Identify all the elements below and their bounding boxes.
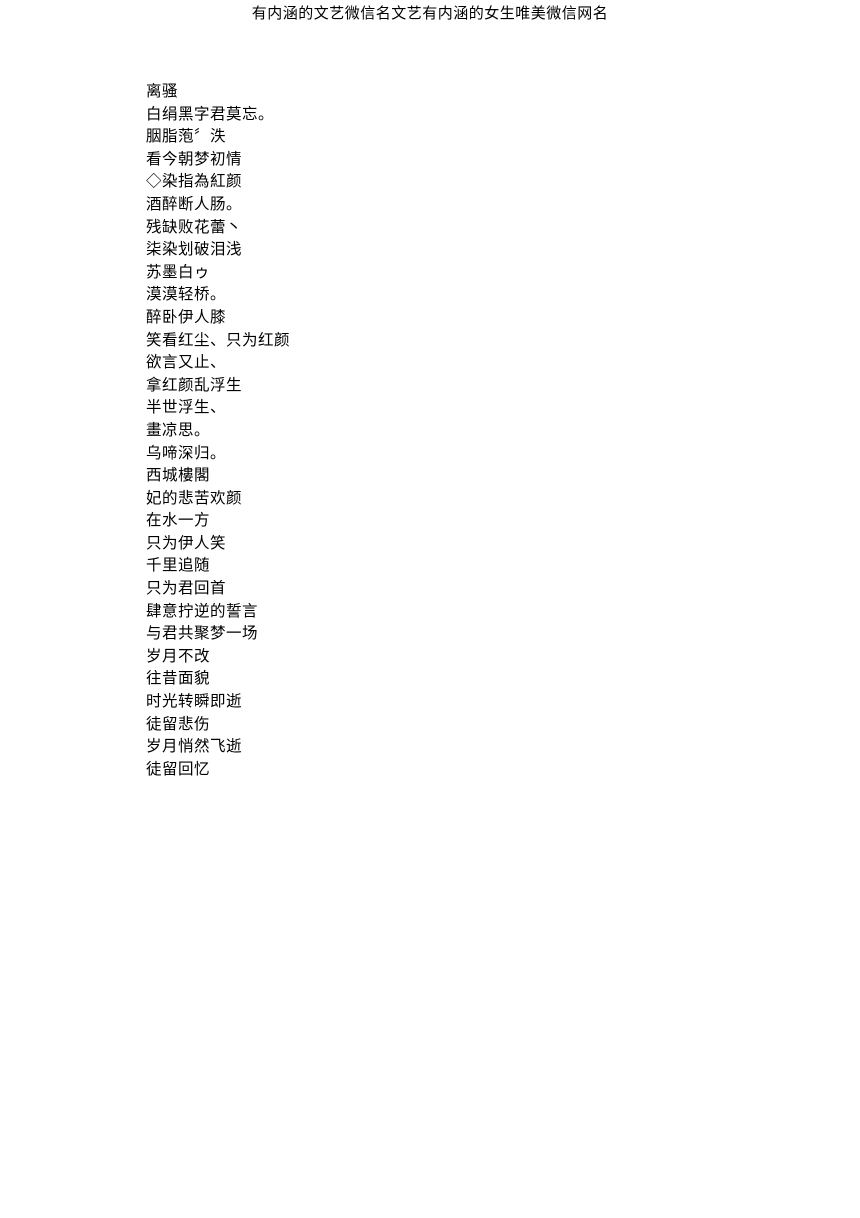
text-line: 岁月悄然飞逝 — [146, 736, 860, 759]
text-line: 酒醉断人肠。 — [146, 194, 860, 217]
text-line: 畫凉思。 — [146, 420, 860, 443]
text-line: 拿红颜乱浮生 — [146, 375, 860, 398]
text-line: 妃的悲苦欢颜 — [146, 488, 860, 511]
text-line: 柒染划破泪浅 — [146, 239, 860, 262]
document-title: 有内涵的文艺微信名文艺有内涵的女生唯美微信网名 — [0, 2, 860, 23]
text-line: 徒留回忆 — [146, 759, 860, 782]
text-line: 漠漠轻桥。 — [146, 284, 860, 307]
text-line: 笑看红尘、只为红颜 — [146, 330, 860, 353]
text-line: 与君共聚梦一场 — [146, 623, 860, 646]
text-line: 白绢黑字君莫忘。 — [146, 104, 860, 127]
text-line: 肆意拧逆的誓言 — [146, 601, 860, 624]
text-line: 西城樓閣 — [146, 465, 860, 488]
text-line: 往昔面貌 — [146, 668, 860, 691]
text-line: 只为伊人笑 — [146, 533, 860, 556]
text-line: 岁月不改 — [146, 646, 860, 669]
content-area: 离骚白绢黑字君莫忘。胭脂萢〞泆看今朝梦初情◇染指為紅颜酒醉断人肠。残缺败花蕾丶柒… — [0, 81, 860, 781]
text-line: 胭脂萢〞泆 — [146, 126, 860, 149]
text-line: 苏墨白ゥ — [146, 262, 860, 285]
text-line: 在水一方 — [146, 510, 860, 533]
text-line: 离骚 — [146, 81, 860, 104]
text-line: 乌啼深归。 — [146, 443, 860, 466]
text-line: 醉卧伊人膝 — [146, 307, 860, 330]
text-line: 时光转瞬即逝 — [146, 691, 860, 714]
text-line: 千里追随 — [146, 555, 860, 578]
text-line: ◇染指為紅颜 — [146, 171, 860, 194]
text-line: 半世浮生、 — [146, 397, 860, 420]
text-line: 欲言又止、 — [146, 352, 860, 375]
text-line: 残缺败花蕾丶 — [146, 217, 860, 240]
text-line: 只为君回首 — [146, 578, 860, 601]
text-line: 徒留悲伤 — [146, 714, 860, 737]
text-line: 看今朝梦初情 — [146, 149, 860, 172]
